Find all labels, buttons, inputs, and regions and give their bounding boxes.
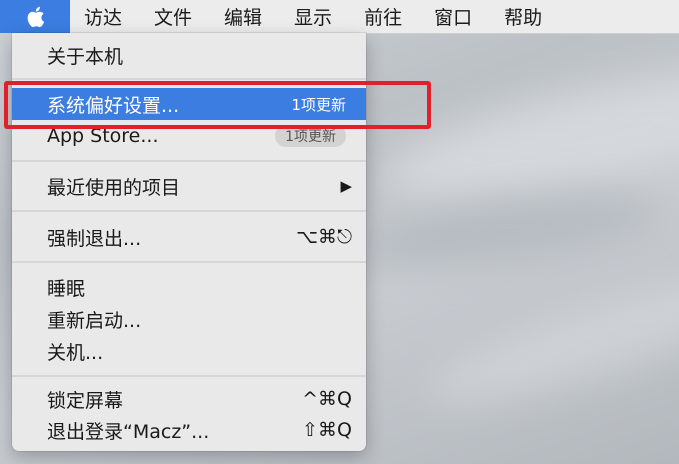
menu-item-label: 最近使用的项目 bbox=[47, 176, 181, 199]
menu-separator bbox=[12, 261, 366, 263]
menu-item-sleep[interactable]: 睡眠 bbox=[12, 271, 366, 303]
menu-separator bbox=[12, 78, 366, 80]
menu-window[interactable]: 窗口 bbox=[434, 3, 472, 30]
menu-item-label: 关机... bbox=[47, 341, 104, 364]
menu-finder[interactable]: 访达 bbox=[84, 3, 122, 30]
menu-view[interactable]: 显示 bbox=[294, 3, 332, 30]
menu-item-system-preferences[interactable]: 系统偏好设置... 1项更新 bbox=[12, 88, 366, 120]
apple-menu-button[interactable] bbox=[0, 0, 70, 33]
apple-logo-icon bbox=[27, 6, 45, 27]
submenu-arrow-icon: ▶ bbox=[340, 177, 352, 195]
menu-go[interactable]: 前往 bbox=[364, 3, 402, 30]
menu-item-label: 退出登录“Macz”... bbox=[47, 420, 210, 443]
menu-item-shutdown[interactable]: 关机... bbox=[12, 335, 366, 367]
menu-edit[interactable]: 编辑 bbox=[224, 3, 262, 30]
menu-item-label: App Store... bbox=[47, 125, 159, 147]
menu-item-label: 关于本机 bbox=[47, 45, 124, 68]
update-badge: 1项更新 bbox=[275, 125, 346, 147]
shortcut-label: ^⌘Q bbox=[302, 388, 352, 410]
update-badge: 1项更新 bbox=[291, 95, 346, 114]
menu-item-lock-screen[interactable]: 锁定屏幕 ^⌘Q bbox=[12, 383, 366, 415]
menu-item-label: 系统偏好设置... bbox=[47, 94, 180, 117]
menu-item-log-out[interactable]: 退出登录“Macz”... ⇧⌘Q bbox=[12, 414, 366, 446]
menu-item-about[interactable]: 关于本机 bbox=[12, 39, 366, 71]
menu-item-restart[interactable]: 重新启动... bbox=[12, 303, 366, 335]
menu-item-recent-items[interactable]: 最近使用的项目 ▶ bbox=[12, 170, 366, 202]
menu-item-label: 重新启动... bbox=[47, 309, 142, 332]
menu-separator bbox=[12, 210, 366, 212]
menu-separator bbox=[12, 375, 366, 377]
menu-item-label: 锁定屏幕 bbox=[47, 389, 124, 412]
menu-bar: 访达 文件 编辑 显示 前往 窗口 帮助 bbox=[0, 0, 679, 34]
menu-help[interactable]: 帮助 bbox=[504, 3, 542, 30]
shortcut-label: ⌥⌘⎋ bbox=[296, 226, 352, 248]
menu-item-force-quit[interactable]: 强制退出... ⌥⌘⎋ bbox=[12, 221, 366, 253]
menu-item-app-store[interactable]: App Store... 1项更新 bbox=[12, 120, 366, 152]
apple-dropdown-menu: 关于本机 系统偏好设置... 1项更新 App Store... 1项更新 最近… bbox=[12, 33, 366, 451]
shortcut-label: ⇧⌘Q bbox=[302, 419, 352, 441]
menu-item-label: 睡眠 bbox=[47, 277, 86, 300]
menu-file[interactable]: 文件 bbox=[154, 3, 192, 30]
menu-item-label: 强制退出... bbox=[47, 227, 142, 250]
menu-separator bbox=[12, 160, 366, 162]
